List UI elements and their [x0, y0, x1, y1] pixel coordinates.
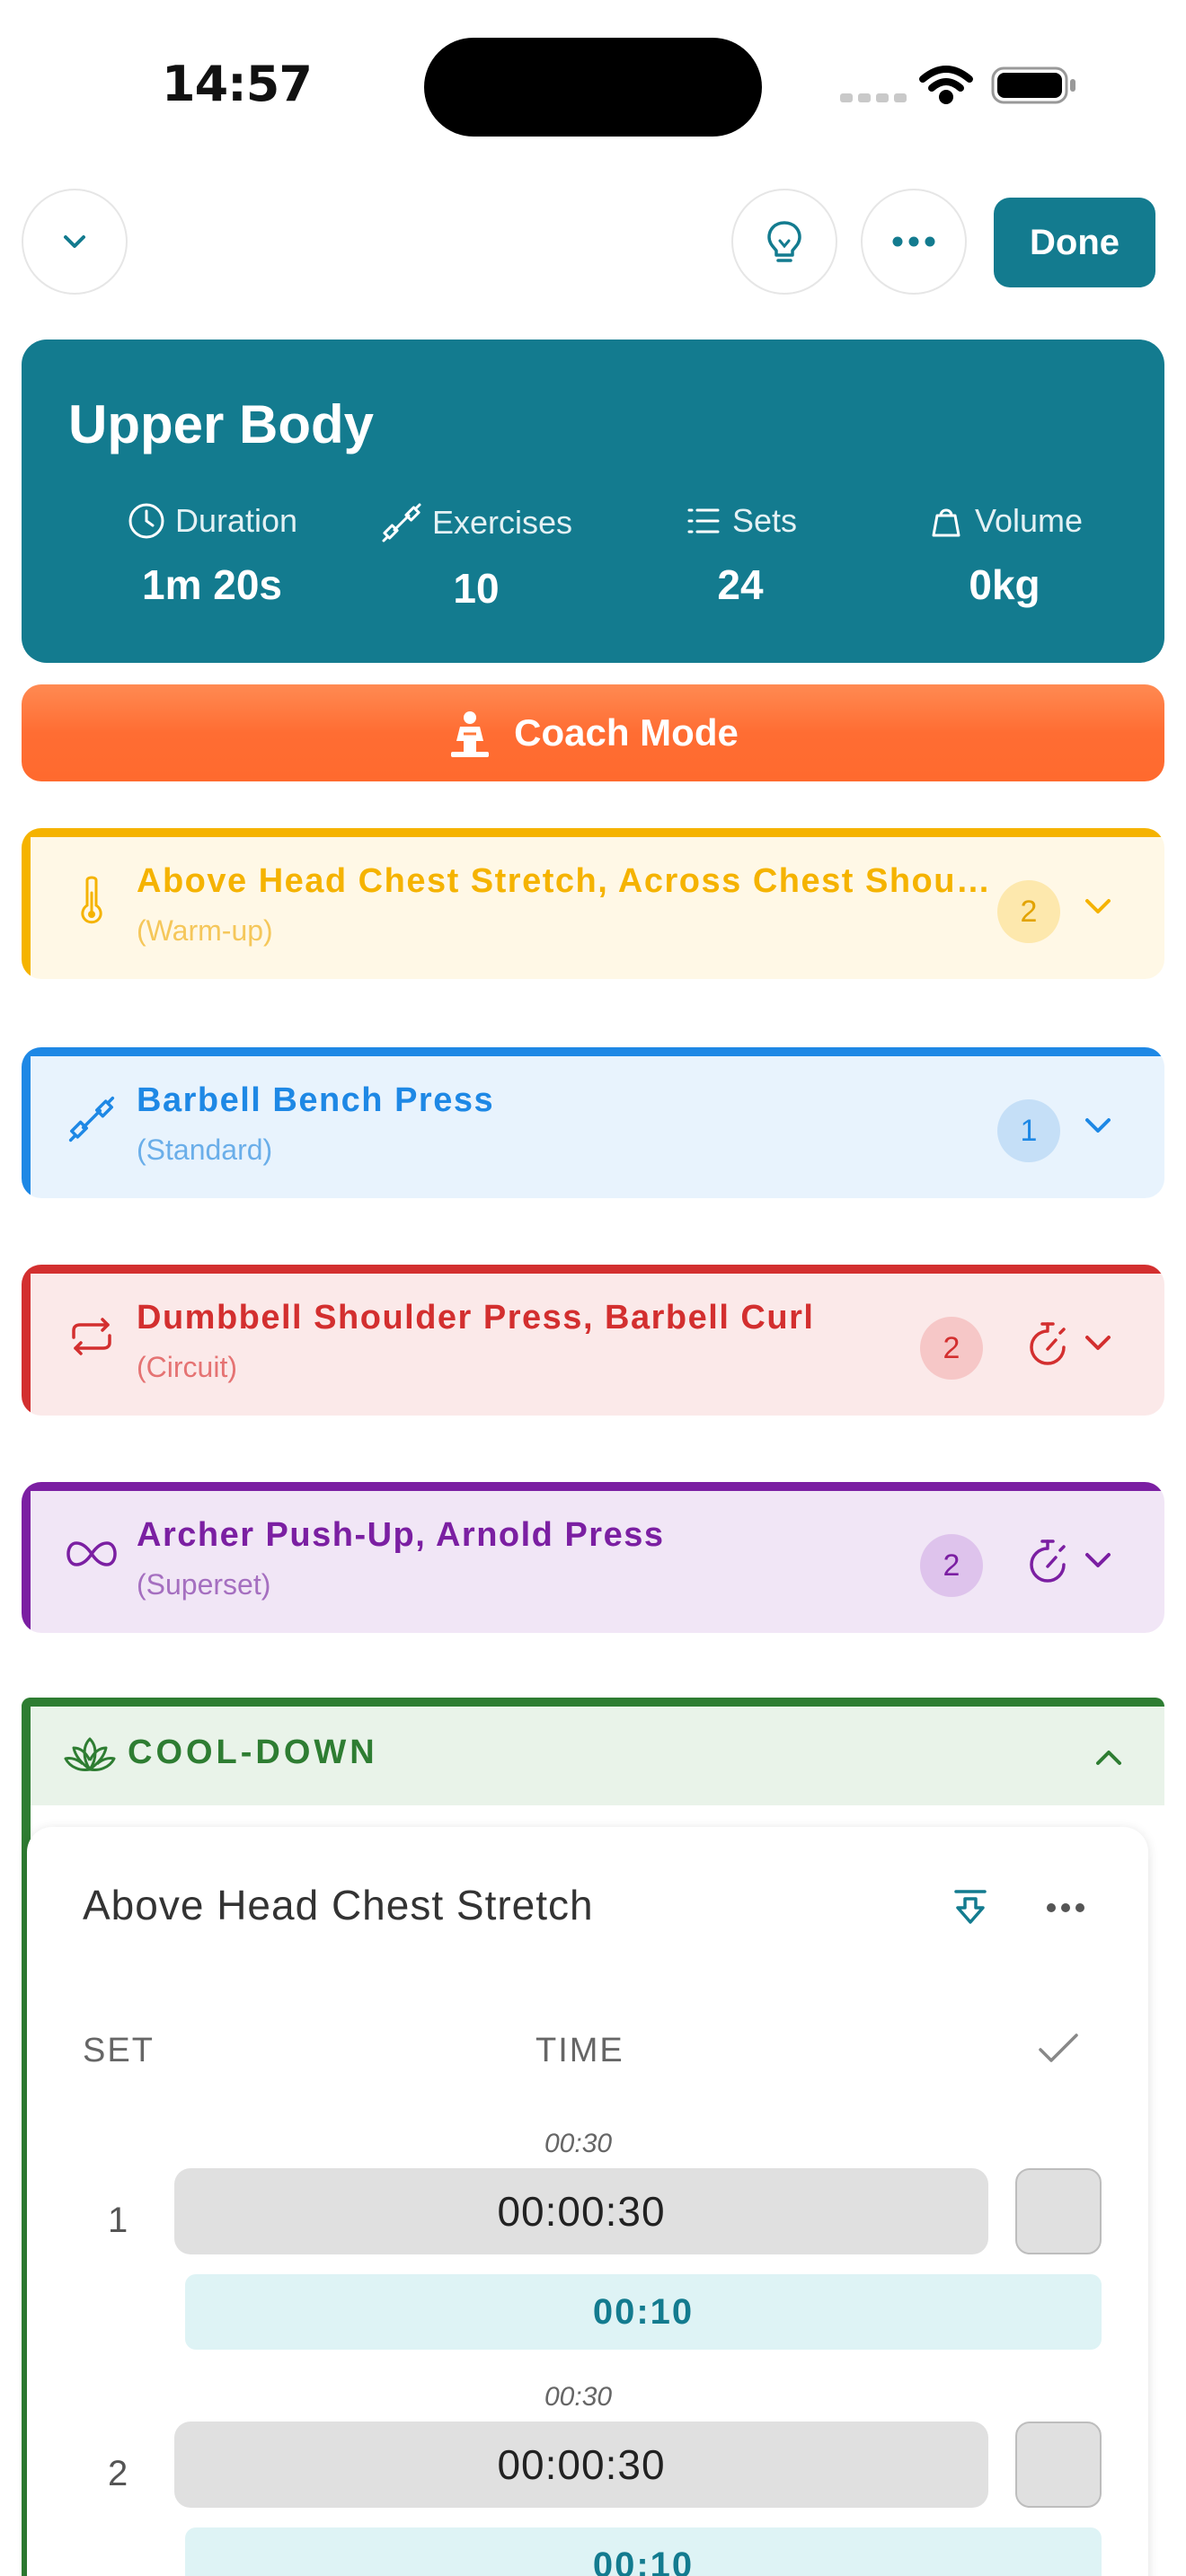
- block-accent: [22, 1047, 31, 1198]
- time-input[interactable]: 00:00:30: [174, 2422, 988, 2508]
- exercise-block-standard[interactable]: Barbell Bench Press (Standard) 1: [22, 1047, 1164, 1198]
- block-accent: [22, 828, 31, 979]
- ellipsis-icon: [892, 236, 935, 247]
- download-icon[interactable]: [949, 1886, 992, 1929]
- block-title: Archer Push-Up, Arnold Press: [137, 1516, 665, 1554]
- chevron-down-icon: [64, 235, 85, 248]
- chevron-down-icon[interactable]: [1082, 1112, 1114, 1139]
- infinity-icon: [66, 1541, 117, 1566]
- set-complete-checkbox[interactable]: [1015, 2168, 1102, 2254]
- exercise-count-badge: 2: [920, 1317, 983, 1380]
- stat-label: Sets: [731, 502, 798, 539]
- timer-icon[interactable]: [1022, 1536, 1073, 1590]
- status-icons: [840, 66, 1075, 104]
- stat-label: Exercises: [431, 504, 573, 541]
- block-type: (Superset): [137, 1568, 271, 1601]
- time-target-hint: 00:30: [544, 2129, 613, 2158]
- workout-title: Upper Body: [68, 394, 375, 454]
- more-options-button[interactable]: [861, 189, 967, 295]
- column-header-time: TIME: [535, 2032, 624, 2069]
- block-type: (Circuit): [137, 1351, 237, 1383]
- exercise-block-warmup[interactable]: Above Head Chest Stretch, Across Chest S…: [22, 828, 1164, 979]
- chevron-up-icon[interactable]: [1093, 1744, 1125, 1771]
- coach-icon: [451, 711, 490, 757]
- block-title: Above Head Chest Stretch, Across Chest S…: [137, 862, 999, 900]
- block-title: Barbell Bench Press: [137, 1081, 495, 1119]
- block-accent: [22, 1265, 1164, 1274]
- block-accent: [22, 828, 1164, 837]
- stat-duration: Duration 1m 20s: [77, 501, 347, 609]
- stat-volume: Volume 0kg: [870, 501, 1139, 609]
- stat-label: Duration: [174, 502, 298, 539]
- chevron-down-icon[interactable]: [1082, 1329, 1114, 1356]
- block-title: Dumbbell Shoulder Press, Barbell Curl: [137, 1299, 815, 1337]
- status-time: 14:57: [162, 56, 313, 112]
- stat-sets: Sets 24: [606, 501, 875, 609]
- set-number: 1: [108, 2201, 128, 2240]
- block-type: (Standard): [137, 1134, 273, 1166]
- coach-mode-button[interactable]: Coach Mode: [22, 684, 1164, 781]
- stat-value: 10: [453, 565, 500, 612]
- rest-timer[interactable]: 00:10: [185, 2274, 1102, 2350]
- chevron-down-icon[interactable]: [1082, 1547, 1114, 1574]
- rest-timer[interactable]: 00:10: [185, 2527, 1102, 2576]
- workout-screen: 14:57 Done Upper Body Duration 1m 20s Ex…: [0, 0, 1186, 2576]
- time-input[interactable]: 00:00:30: [174, 2168, 988, 2254]
- exercise-block-superset[interactable]: Archer Push-Up, Arnold Press (Superset) …: [22, 1482, 1164, 1633]
- exercise-name: Above Head Chest Stretch: [83, 1882, 594, 1928]
- exercise-count-badge: 2: [920, 1534, 983, 1597]
- cooldown-title: COOL-DOWN: [128, 1734, 378, 1771]
- time-target-hint: 00:30: [544, 2382, 613, 2412]
- workout-summary-card: Upper Body Duration 1m 20s Exercises 10 …: [22, 340, 1164, 663]
- block-type: (Warm-up): [137, 914, 273, 947]
- exercise-count-badge: 1: [997, 1099, 1060, 1162]
- column-header-set: SET: [83, 2032, 155, 2069]
- stat-value: 24: [717, 561, 764, 608]
- block-accent: [22, 1047, 1164, 1056]
- timer-icon[interactable]: [1022, 1319, 1073, 1372]
- stat-exercises: Exercises 10: [341, 501, 611, 613]
- exercise-block-circuit[interactable]: Dumbbell Shoulder Press, Barbell Curl (C…: [22, 1265, 1164, 1416]
- collapse-button[interactable]: [22, 189, 128, 295]
- set-number: 2: [108, 2454, 128, 2493]
- done-button[interactable]: Done: [994, 198, 1155, 287]
- wifi-icon: [919, 66, 973, 104]
- thermometer-icon: [81, 876, 102, 924]
- coach-mode-label: Coach Mode: [514, 711, 739, 754]
- block-accent: [22, 1698, 1164, 1707]
- tips-button[interactable]: [731, 189, 837, 295]
- cellular-icon: [840, 93, 907, 102]
- ellipsis-icon[interactable]: [1046, 1902, 1085, 1913]
- battery-icon: [991, 66, 1075, 104]
- exercise-card: Above Head Chest Stretch SET TIME 00:30 …: [27, 1827, 1148, 2576]
- dumbbell-icon: [382, 503, 421, 543]
- dumbbell-icon: [68, 1096, 115, 1142]
- clock-icon: [128, 503, 164, 539]
- stat-value: 1m 20s: [141, 561, 282, 608]
- lightbulb-icon: [767, 221, 801, 262]
- list-icon: [687, 508, 720, 534]
- dynamic-island: [424, 38, 762, 137]
- weight-icon: [932, 508, 960, 537]
- lotus-icon: [64, 1737, 116, 1771]
- stat-value: 0kg: [969, 561, 1040, 608]
- chevron-down-icon[interactable]: [1082, 893, 1114, 920]
- stat-label: Volume: [974, 502, 1084, 539]
- block-accent: [22, 1265, 31, 1416]
- block-accent: [22, 1482, 1164, 1491]
- repeat-icon: [72, 1318, 111, 1355]
- exercise-count-badge: 2: [997, 880, 1060, 943]
- block-accent: [22, 1482, 31, 1633]
- checkmark-icon: [1039, 2033, 1078, 2062]
- set-complete-checkbox[interactable]: [1015, 2422, 1102, 2508]
